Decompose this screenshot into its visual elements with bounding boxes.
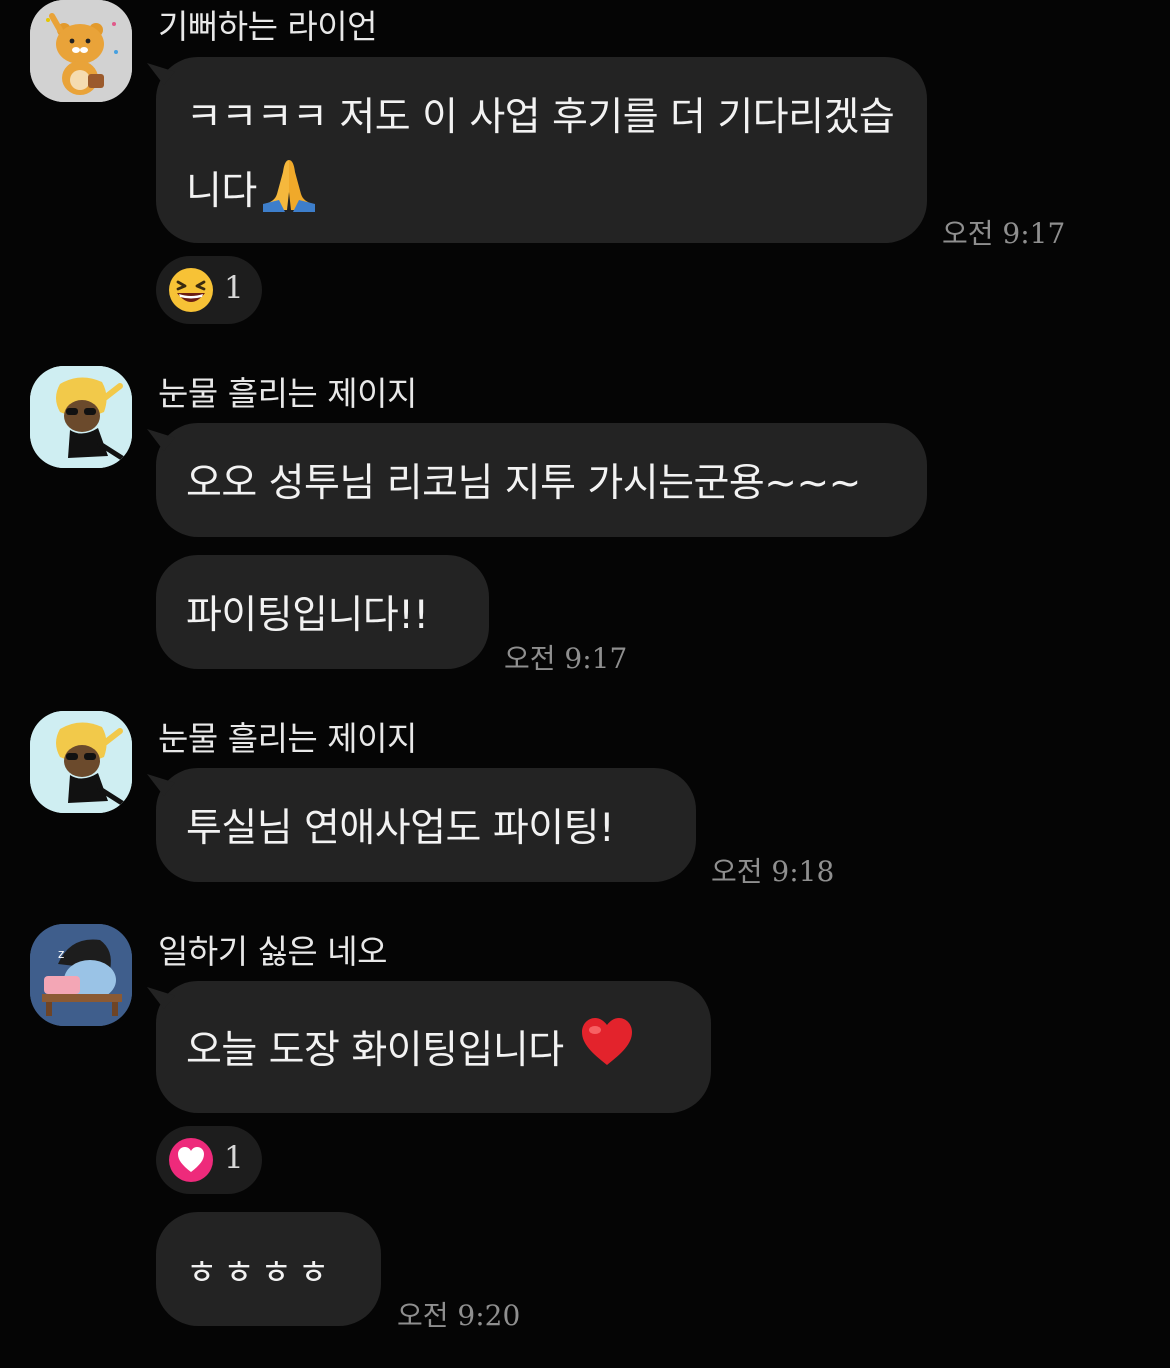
folded-hands-icon — [259, 154, 319, 238]
red-heart-icon — [580, 1017, 634, 1077]
message-time: 오전 9:20 — [397, 1299, 521, 1332]
jay-g-avatar-icon[interactable] — [30, 366, 132, 468]
sender-name: 눈물 흘리는 제이지 — [158, 719, 417, 758]
grinning-squint-face-icon — [169, 268, 213, 312]
jay-g-avatar-icon[interactable] — [30, 711, 132, 813]
message-bubble[interactable]: ㅋㅋㅋㅋ 저도 이 사업 후기를 더 기다리겠습니다 — [156, 57, 927, 243]
sender-name: 일하기 싫은 네오 — [158, 932, 388, 971]
sender-name: 기뻐하는 라이언 — [158, 7, 378, 46]
reaction-count: 1 — [224, 270, 244, 306]
message-bubble[interactable]: 투실님 연애사업도 파이팅! — [156, 768, 696, 882]
message-text: ㅎㅎㅎㅎ — [186, 1252, 336, 1293]
reaction-chip[interactable]: 1 — [156, 1126, 262, 1194]
sender-name: 눈물 흘리는 제이지 — [158, 374, 417, 413]
message-time: 오전 9:17 — [504, 642, 628, 675]
reaction-count: 1 — [224, 1140, 244, 1176]
neo-avatar-icon[interactable]: z — [30, 924, 132, 1026]
message-bubble[interactable]: 오늘 도장 화이팅입니다 — [156, 981, 711, 1113]
message-text: 오오 성투님 리코님 지투 가시는군용~~~ — [186, 461, 861, 506]
message-bubble[interactable]: ㅎㅎㅎㅎ — [156, 1212, 381, 1326]
reaction-chip[interactable]: 1 — [156, 256, 262, 324]
svg-text:z: z — [58, 947, 64, 961]
message-text: 오늘 도장 화이팅입니다 — [186, 1028, 564, 1073]
message-time: 오전 9:17 — [942, 217, 1066, 250]
heart-icon — [169, 1138, 213, 1182]
message-time: 오전 9:18 — [711, 855, 835, 888]
message-bubble[interactable]: 파이팅입니다!! — [156, 555, 489, 669]
message-text: 투실님 연애사업도 파이팅! — [186, 806, 615, 851]
message-bubble[interactable]: 오오 성투님 리코님 지투 가시는군용~~~ — [156, 423, 927, 537]
message-text: 파이팅입니다!! — [186, 593, 429, 638]
ryan-avatar-icon[interactable] — [30, 0, 132, 102]
